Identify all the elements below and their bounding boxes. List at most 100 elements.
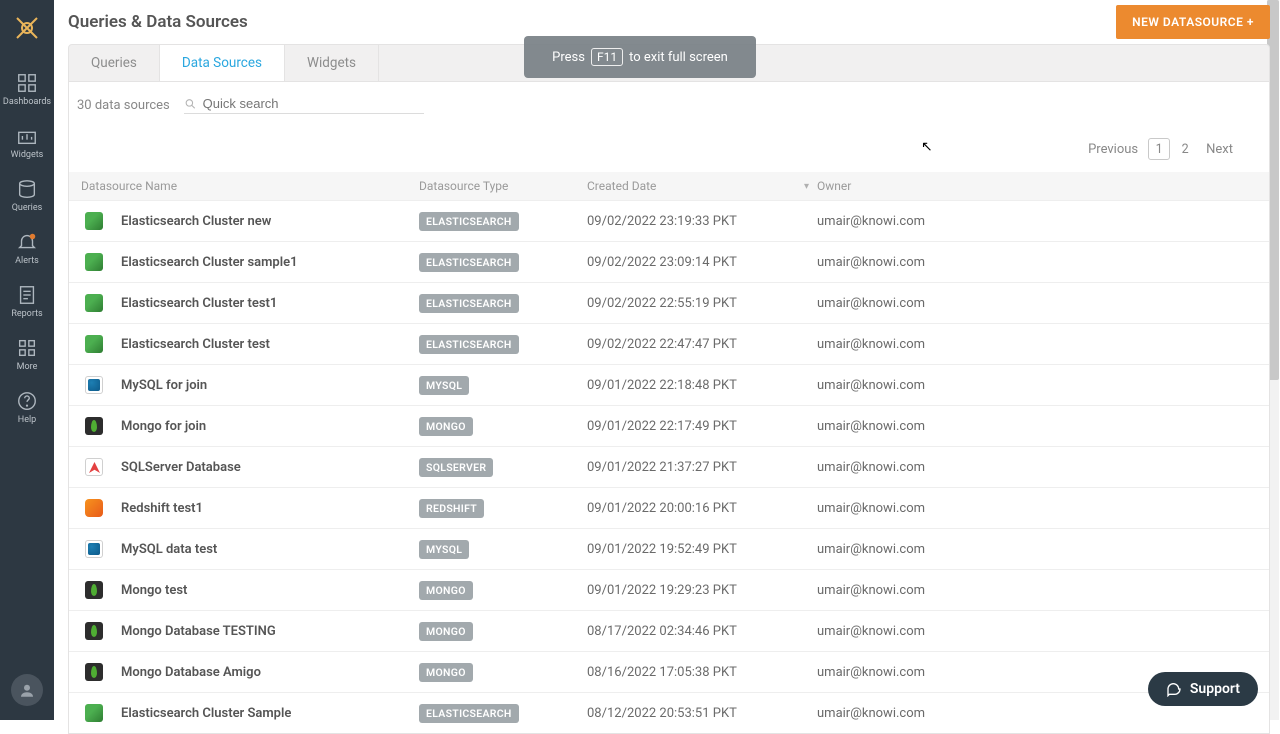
pagination-page-2[interactable]: 2 [1174, 138, 1196, 160]
table-row[interactable]: Mongo Database AmigoMONGO08/16/2022 17:0… [69, 651, 1269, 692]
type-badge: MYSQL [419, 540, 469, 559]
support-button[interactable]: Support [1148, 672, 1258, 706]
table-row[interactable]: Redshift test1 REDSHIFT 09/01/2022 20:00:1… [69, 487, 1269, 528]
table-row[interactable]: Elasticsearch Cluster SampleELASTICSEARC… [69, 692, 1269, 733]
column-header-name[interactable]: Datasource Name [69, 179, 419, 193]
sidebar-item-queries[interactable]: Queries [0, 170, 54, 223]
app-logo[interactable] [11, 12, 43, 44]
sidebar-item-widgets[interactable]: Widgets [0, 117, 54, 170]
datasource-name: Mongo Database Amigo [121, 665, 261, 680]
sidebar-item-label: Help [18, 415, 36, 425]
type-badge: MYSQL [419, 376, 469, 395]
table-row[interactable]: Elasticsearch Cluster sample1 ELASTICSEAR… [69, 241, 1269, 282]
main: Queries & Data Sources NEW DATASOURCE + … [54, 0, 1280, 720]
sort-indicator-icon: ▾ [804, 181, 809, 192]
search-input[interactable] [203, 96, 424, 111]
created-date: 09/01/2022 20:00:16 PKT [587, 501, 817, 516]
datasource-icon [85, 540, 103, 558]
more-icon [16, 337, 38, 359]
page-title: Queries & Data Sources [68, 12, 248, 32]
table-row[interactable]: MySQL data testMYSQL09/01/2022 19:52:49 … [69, 528, 1269, 569]
datasource-name: Elasticsearch Cluster test [121, 337, 270, 352]
datasource-icon [85, 704, 103, 722]
owner: umair@knowi.com [817, 378, 1269, 393]
created-date: 09/02/2022 22:55:19 PKT [587, 296, 817, 311]
table-row[interactable]: Mongo Database TESTINGMONGO08/17/2022 02… [69, 610, 1269, 651]
created-date: 09/01/2022 21:37:27 PKT [587, 460, 817, 475]
column-header-date[interactable]: Created Date ▾ [587, 179, 817, 193]
type-badge: MONGO [419, 417, 473, 436]
tab-queries[interactable]: Queries [69, 45, 160, 81]
sidebar-item-reports[interactable]: Reports [0, 276, 54, 329]
datasource-name: Mongo test [121, 583, 187, 598]
hint-key: F11 [591, 48, 623, 66]
sidebar-item-alerts[interactable]: Alerts [0, 223, 54, 276]
datasource-icon [85, 212, 103, 230]
created-date: 08/16/2022 17:05:38 PKT [587, 665, 817, 680]
datasource-name: Elasticsearch Cluster Sample [121, 706, 291, 721]
search-wrap [184, 96, 424, 114]
created-date: 09/02/2022 23:19:33 PKT [587, 214, 817, 229]
datasource-icon [85, 622, 103, 640]
tab-widgets[interactable]: Widgets [285, 45, 379, 81]
datasource-icon [85, 294, 103, 312]
datasource-icon [85, 581, 103, 599]
table-row[interactable]: SQLServer DatabaseSQLSERVER09/01/2022 21… [69, 446, 1269, 487]
datasource-icon [85, 499, 103, 517]
owner: umair@knowi.com [817, 706, 1269, 721]
new-datasource-button[interactable]: NEW DATASOURCE + [1116, 5, 1270, 39]
user-avatar[interactable] [11, 674, 43, 706]
datasource-table: Datasource Name Datasource Type Created … [68, 172, 1270, 734]
datasource-icon [85, 417, 103, 435]
created-date: 08/17/2022 02:34:46 PKT [587, 624, 817, 639]
queries-icon [16, 178, 38, 200]
datasource-icon [85, 458, 103, 476]
table-row[interactable]: Mongo for join MONGO 09/01/2022 22:17:49 P… [69, 405, 1269, 446]
type-badge: REDSHIFT [419, 499, 484, 518]
table-row[interactable]: Elasticsearch Cluster test1ELASTICSEARCH… [69, 282, 1269, 323]
datasource-name: SQLServer Database [121, 460, 241, 475]
type-badge: ELASTICSEARCH [419, 212, 519, 231]
column-header-owner[interactable]: Owner [817, 179, 1269, 193]
pagination-next[interactable]: Next [1206, 142, 1233, 157]
created-date: 09/01/2022 22:18:48 PKT [587, 378, 817, 393]
search-icon [184, 97, 197, 111]
datasource-name: Elasticsearch Cluster test1 [121, 296, 277, 311]
datasource-name: Mongo for join [121, 419, 206, 434]
sidebar-item-more[interactable]: More [0, 329, 54, 382]
created-date: 08/12/2022 20:53:51 PKT [587, 706, 817, 721]
pagination: Previous 1 2 Next [68, 120, 1270, 172]
datasource-name: MySQL data test [121, 542, 217, 557]
datasource-name: Redshift test1 [121, 501, 203, 516]
type-badge: ELASTICSEARCH [419, 335, 519, 354]
widgets-icon [16, 125, 38, 147]
hint-prefix: Press [552, 50, 585, 65]
type-badge: MONGO [419, 581, 473, 600]
column-header-type[interactable]: Datasource Type [419, 179, 587, 193]
pagination-page-1[interactable]: 1 [1148, 138, 1170, 160]
owner: umair@knowi.com [817, 296, 1269, 311]
help-icon [16, 390, 38, 412]
created-date: 09/01/2022 22:17:49 PKT [587, 419, 817, 434]
datasource-icon [85, 376, 103, 394]
table-row[interactable]: Elasticsearch Cluster testELASTICSEARCH0… [69, 323, 1269, 364]
owner: umair@knowi.com [817, 583, 1269, 598]
tab-data-sources[interactable]: Data Sources [160, 45, 285, 81]
type-badge: ELASTICSEARCH [419, 253, 519, 272]
chat-icon [1166, 681, 1182, 697]
created-date: 09/02/2022 23:09:14 PKT [587, 255, 817, 270]
table-row[interactable]: MySQL for join MYSQL 09/01/2022 22:18:48 P… [69, 364, 1269, 405]
datasource-name: MySQL for join [121, 378, 207, 393]
sidebar-item-label: Alerts [15, 256, 39, 266]
sidebar-item-help[interactable]: Help [0, 382, 54, 435]
owner: umair@knowi.com [817, 255, 1269, 270]
datasource-icon [85, 253, 103, 271]
sidebar-item-label: Dashboards [3, 97, 51, 107]
pagination-previous[interactable]: Previous [1088, 142, 1138, 157]
sidebar-item-dashboards[interactable]: Dashboards [0, 64, 54, 117]
table-row[interactable]: Mongo testMONGO09/01/2022 19:29:23 PKTum… [69, 569, 1269, 610]
table-row[interactable]: Elasticsearch Cluster new ELASTICSEARCH 09… [69, 200, 1269, 241]
datasource-name: Elasticsearch Cluster new [121, 214, 271, 229]
datasource-name: Elasticsearch Cluster sample1 [121, 255, 298, 270]
owner: umair@knowi.com [817, 624, 1269, 639]
